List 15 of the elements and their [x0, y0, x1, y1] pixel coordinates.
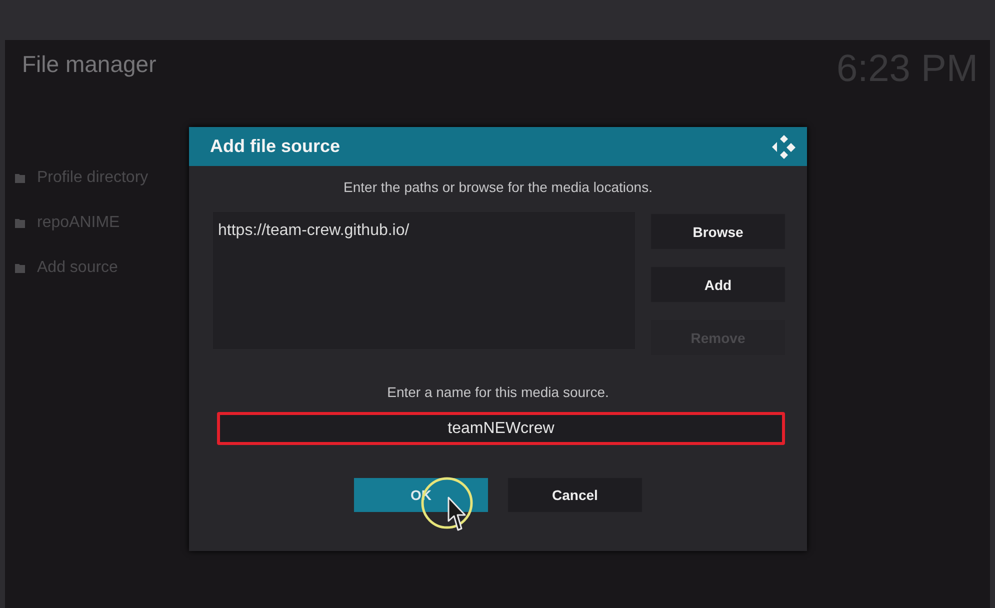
name-prompt: Enter a name for this media source.: [386, 384, 610, 400]
folder-icon: [15, 218, 25, 228]
folder-icon: [15, 174, 25, 182]
path-list[interactable]: https://team-crew.github.io/: [213, 212, 635, 349]
window-title: File manager: [22, 51, 156, 78]
name-field[interactable]: teamNEWcrew: [217, 412, 785, 445]
dialog-title: Add file source: [210, 136, 340, 157]
side-button[interactable]: Add: [651, 267, 785, 302]
side-button[interactable]: Browse: [651, 214, 785, 249]
paths-prompt: Enter the paths or browse for the media locations.: [342, 179, 654, 195]
mouse-pointer-icon: [447, 496, 467, 532]
cancel-button[interactable]: Cancel: [508, 478, 642, 512]
diamond-logo-icon: [771, 134, 797, 160]
folder-icon: [15, 264, 25, 272]
path-entry[interactable]: https://team-crew.github.io/: [218, 222, 410, 240]
